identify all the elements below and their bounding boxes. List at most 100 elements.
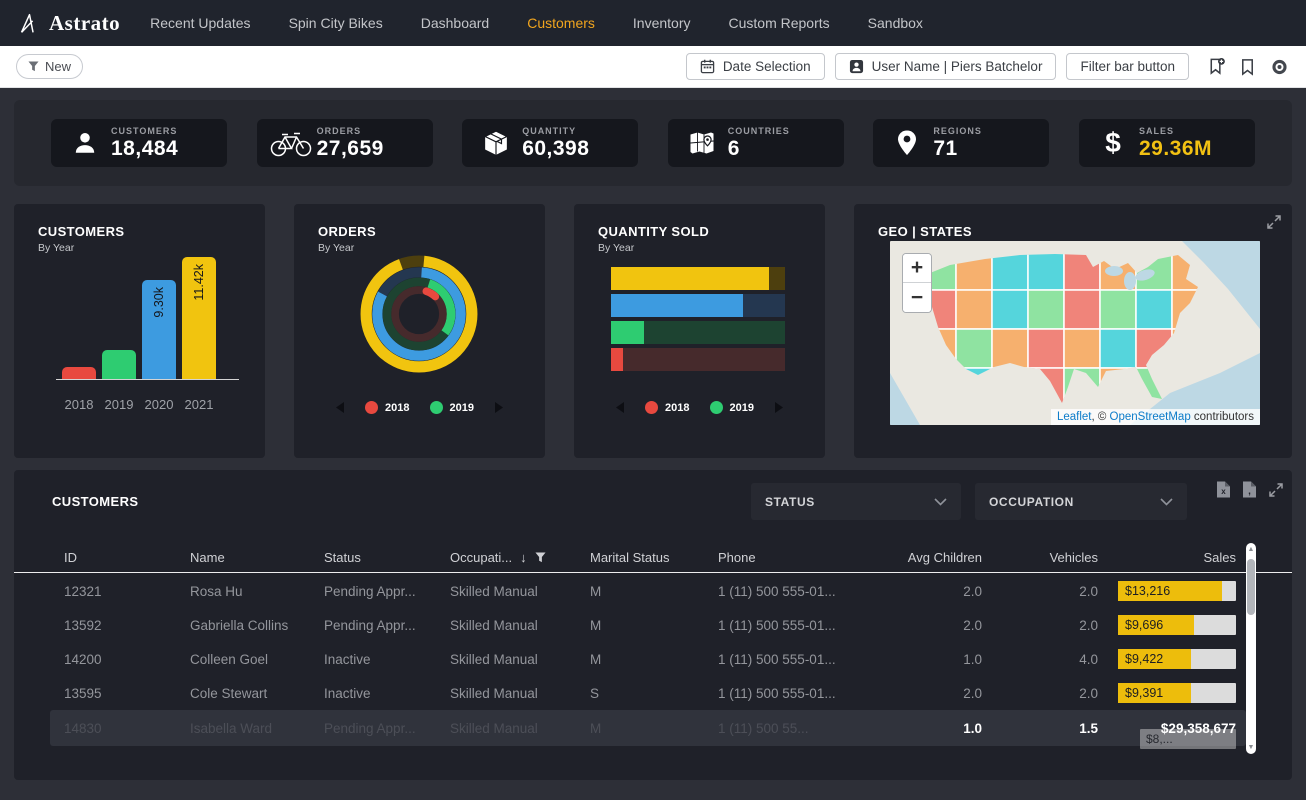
table-row[interactable]: 14200Colleen GoelInactiveSkilled ManualM… <box>14 642 1292 676</box>
bar-2020[interactable]: 9.30k <box>142 280 176 379</box>
kpi-tile-quantity: QUANTITY60,398 <box>462 119 638 167</box>
export-excel-icon[interactable]: x <box>1216 481 1231 498</box>
nav-item-recent-updates[interactable]: Recent Updates <box>150 15 250 31</box>
zoom-out-button[interactable]: − <box>903 283 931 312</box>
total-sales-value: $29,358,677 <box>1161 721 1236 736</box>
legend-prev-arrow-icon[interactable] <box>335 401 345 414</box>
legend-next-arrow-icon[interactable] <box>774 401 784 414</box>
kpi-label: CUSTOMERS <box>111 126 178 136</box>
filter-funnel-icon[interactable] <box>535 552 546 563</box>
column-header-id[interactable]: ID <box>64 550 190 565</box>
user-button[interactable]: User Name | Piers Batchelor <box>835 53 1057 80</box>
leaflet-link[interactable]: Leaflet <box>1057 411 1092 423</box>
kpi-text: ORDERS27,659 <box>317 126 384 161</box>
expand-icon[interactable] <box>1268 482 1284 498</box>
export-csv-icon[interactable]: , <box>1242 481 1257 498</box>
nav-item-customers[interactable]: Customers <box>527 15 595 31</box>
kpi-value: 71 <box>933 137 982 161</box>
column-header-vehicles[interactable]: Vehicles <box>982 550 1098 565</box>
cell-phone: 1 (11) 500 555-01... <box>718 584 878 599</box>
toolbar-right: Date Selection User Name | Piers Batchel… <box>686 53 1290 80</box>
legend-prev-arrow-icon[interactable] <box>615 401 625 414</box>
kpi-tile-orders: ORDERS27,659 <box>257 119 433 167</box>
kpi-value: 60,398 <box>522 137 589 161</box>
astrato-logo-icon <box>18 12 41 35</box>
scroll-up-arrow[interactable]: ▲ <box>1246 546 1256 553</box>
svg-text:x: x <box>1221 487 1226 496</box>
cell-name: Gabriella Collins <box>190 618 324 633</box>
bookmark-icon[interactable] <box>1239 58 1256 76</box>
filter-bar-button[interactable]: Filter bar button <box>1066 53 1189 80</box>
status-filter-label: STATUS <box>765 495 815 509</box>
bar-2018[interactable] <box>62 367 96 379</box>
bookmark-add-icon[interactable] <box>1207 57 1226 76</box>
kpi-value: 27,659 <box>317 137 384 161</box>
openstreetmap-link[interactable]: OpenStreetMap <box>1110 411 1191 423</box>
legend-item-2019[interactable]: 2019 <box>430 401 474 414</box>
column-header-occupati[interactable]: Occupati... ↓ <box>450 550 590 565</box>
nav-item-sandbox[interactable]: Sandbox <box>868 15 923 31</box>
cell-id: 14200 <box>64 652 190 667</box>
table-row[interactable]: 13595Cole StewartInactiveSkilled ManualS… <box>14 676 1292 710</box>
table-scrollbar[interactable]: ▲ ▼ <box>1246 543 1256 754</box>
nav-item-inventory[interactable]: Inventory <box>633 15 691 31</box>
scrollbar-thumb[interactable] <box>1247 559 1255 615</box>
date-selection-button[interactable]: Date Selection <box>686 53 825 80</box>
quantity-bar-4[interactable] <box>611 348 785 371</box>
kpi-text: REGIONS71 <box>933 126 982 161</box>
cell-phone: 1 (11) 500 555-01... <box>718 686 878 701</box>
occupation-filter-dropdown[interactable]: OCCUPATION <box>975 483 1187 520</box>
quantity-bar-1[interactable] <box>611 267 785 290</box>
quantity-bar-fill <box>611 267 769 290</box>
brand[interactable]: Astrato <box>18 11 120 36</box>
chart-title: CUSTOMERS <box>38 224 124 239</box>
leaflet-map[interactable]: + − Leaflet, © OpenStreetMap contributor… <box>890 241 1260 425</box>
bar-value-label: 11.42k <box>192 264 206 301</box>
table-icon-group: x , <box>1216 481 1284 498</box>
nav-item-spin-city-bikes[interactable]: Spin City Bikes <box>289 15 383 31</box>
column-header-name[interactable]: Name <box>190 550 324 565</box>
cell-children: 2.0 <box>878 686 982 701</box>
bar-2019[interactable] <box>102 350 136 379</box>
zoom-in-button[interactable]: + <box>903 254 931 283</box>
table-row[interactable]: 13592Gabriella CollinsPending Appr...Ski… <box>14 608 1292 642</box>
nav-item-dashboard[interactable]: Dashboard <box>421 15 490 31</box>
total-vehicles: 1.5 <box>982 721 1098 736</box>
legend-next-arrow-icon[interactable] <box>494 401 504 414</box>
x-axis-labels: 2018201920202021 <box>62 397 216 412</box>
new-filter-button[interactable]: New <box>16 54 83 79</box>
nav-item-custom-reports[interactable]: Custom Reports <box>729 15 830 31</box>
occupation-filter-label: OCCUPATION <box>989 495 1074 509</box>
bicycle-icon <box>265 130 317 157</box>
column-header-status[interactable]: Status <box>324 550 450 565</box>
cell-id: 13595 <box>64 686 190 701</box>
quantity-bar-3[interactable] <box>611 321 785 344</box>
bar-value-label: 9.30k <box>152 287 166 318</box>
x-tick-2020: 2020 <box>142 397 176 412</box>
expand-icon[interactable] <box>1266 214 1282 230</box>
status-filter-dropdown[interactable]: STATUS <box>751 483 961 520</box>
column-header-avg-children[interactable]: Avg Children <box>878 550 982 565</box>
sales-bar: $9,696 <box>1118 615 1236 635</box>
eye-icon[interactable] <box>1269 58 1290 76</box>
column-header-marital-status[interactable]: Marital Status <box>590 550 718 565</box>
obscured-cell-status: Pending Appr... <box>324 721 450 736</box>
package-icon <box>470 129 522 157</box>
column-header-sales[interactable]: Sales <box>1098 550 1236 565</box>
person-icon <box>59 130 111 156</box>
sort-desc-icon[interactable]: ↓ <box>520 550 527 565</box>
quantity-bar-2[interactable] <box>611 294 785 317</box>
legend-item-2018[interactable]: 2018 <box>645 401 689 414</box>
column-header-phone[interactable]: Phone <box>718 550 878 565</box>
kpi-tile-countries: COUNTRIES6 <box>668 119 844 167</box>
total-avg-children: 1.0 <box>878 721 982 736</box>
column-header-label: Occupati... <box>450 550 512 565</box>
x-tick-2018: 2018 <box>62 397 96 412</box>
legend-item-2018[interactable]: 2018 <box>365 401 409 414</box>
table-row[interactable]: 12321Rosa HuPending Appr...Skilled Manua… <box>14 574 1292 608</box>
top-nav: Astrato Recent Updates Spin City Bikes Das… <box>0 0 1306 46</box>
legend-item-2019[interactable]: 2019 <box>710 401 754 414</box>
cell-vehicles: 4.0 <box>982 652 1098 667</box>
bar-2021[interactable]: 11.42k <box>182 257 216 379</box>
scroll-down-arrow[interactable]: ▼ <box>1246 744 1256 751</box>
